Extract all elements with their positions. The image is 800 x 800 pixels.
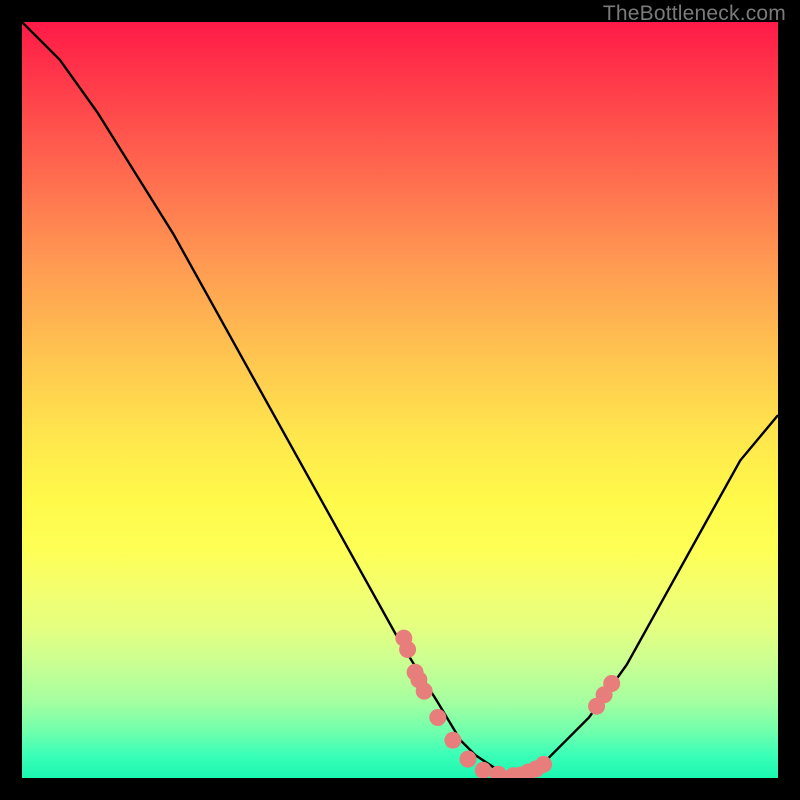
watermark-text: TheBottleneck.com bbox=[603, 2, 786, 26]
chart-background bbox=[22, 22, 778, 778]
